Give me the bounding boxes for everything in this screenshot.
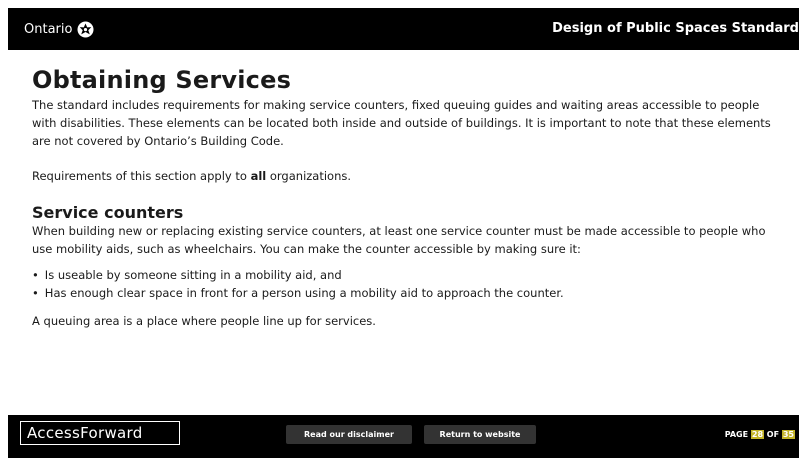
footer-bar: AccessForward Read our disclaimer Return…: [8, 415, 799, 458]
return-to-website-button[interactable]: Return to website: [424, 425, 536, 444]
accessforward-logo: AccessForward: [20, 421, 180, 445]
applies-paragraph: Requirements of this section apply to al…: [32, 167, 787, 185]
requirements-list: • Is useable by someone sitting in a mobi…: [32, 266, 787, 302]
main-content: Obtaining Services The standard includes…: [32, 66, 787, 330]
section-heading-service-counters: Service counters: [32, 203, 184, 222]
list-item-text: Is useable by someone sitting in a mobil…: [44, 268, 342, 282]
list-item-text: Has enough clear space in front for a pe…: [44, 286, 564, 300]
bullet-icon: •: [32, 286, 39, 300]
service-counters-paragraph: When building new or replacing existing …: [32, 224, 766, 256]
current-page-number: 28: [750, 430, 765, 439]
queuing-area-paragraph: A queuing area is a place where people l…: [32, 314, 376, 328]
read-disclaimer-button[interactable]: Read our disclaimer: [286, 425, 412, 444]
ontario-trillium-icon: [77, 21, 94, 38]
total-page-number: 35: [781, 430, 795, 439]
page-frame: Ontario Design of Public Spaces Standard…: [8, 8, 799, 458]
applies-bold-all: all: [250, 169, 267, 183]
bullet-icon: •: [32, 268, 39, 282]
list-item: • Has enough clear space in front for a p…: [32, 284, 787, 302]
top-bar: Ontario Design of Public Spaces Standard: [8, 8, 799, 50]
brand-label: Ontario: [24, 22, 73, 37]
intro-paragraph: The standard includes requirements for m…: [32, 98, 771, 148]
list-item: • Is useable by someone sitting in a mobi…: [32, 266, 787, 284]
page-of: OF: [764, 430, 782, 439]
page-indicator: PAGE 28 OF 35: [725, 430, 795, 439]
ontario-brand: Ontario: [24, 21, 94, 38]
applies-text-before: Requirements of this section apply to: [32, 169, 251, 183]
page-prefix: PAGE: [724, 430, 751, 439]
page-title: Obtaining Services: [32, 66, 292, 94]
applies-text-after: organizations.: [266, 169, 352, 183]
document-title: Design of Public Spaces Standard: [552, 21, 799, 36]
